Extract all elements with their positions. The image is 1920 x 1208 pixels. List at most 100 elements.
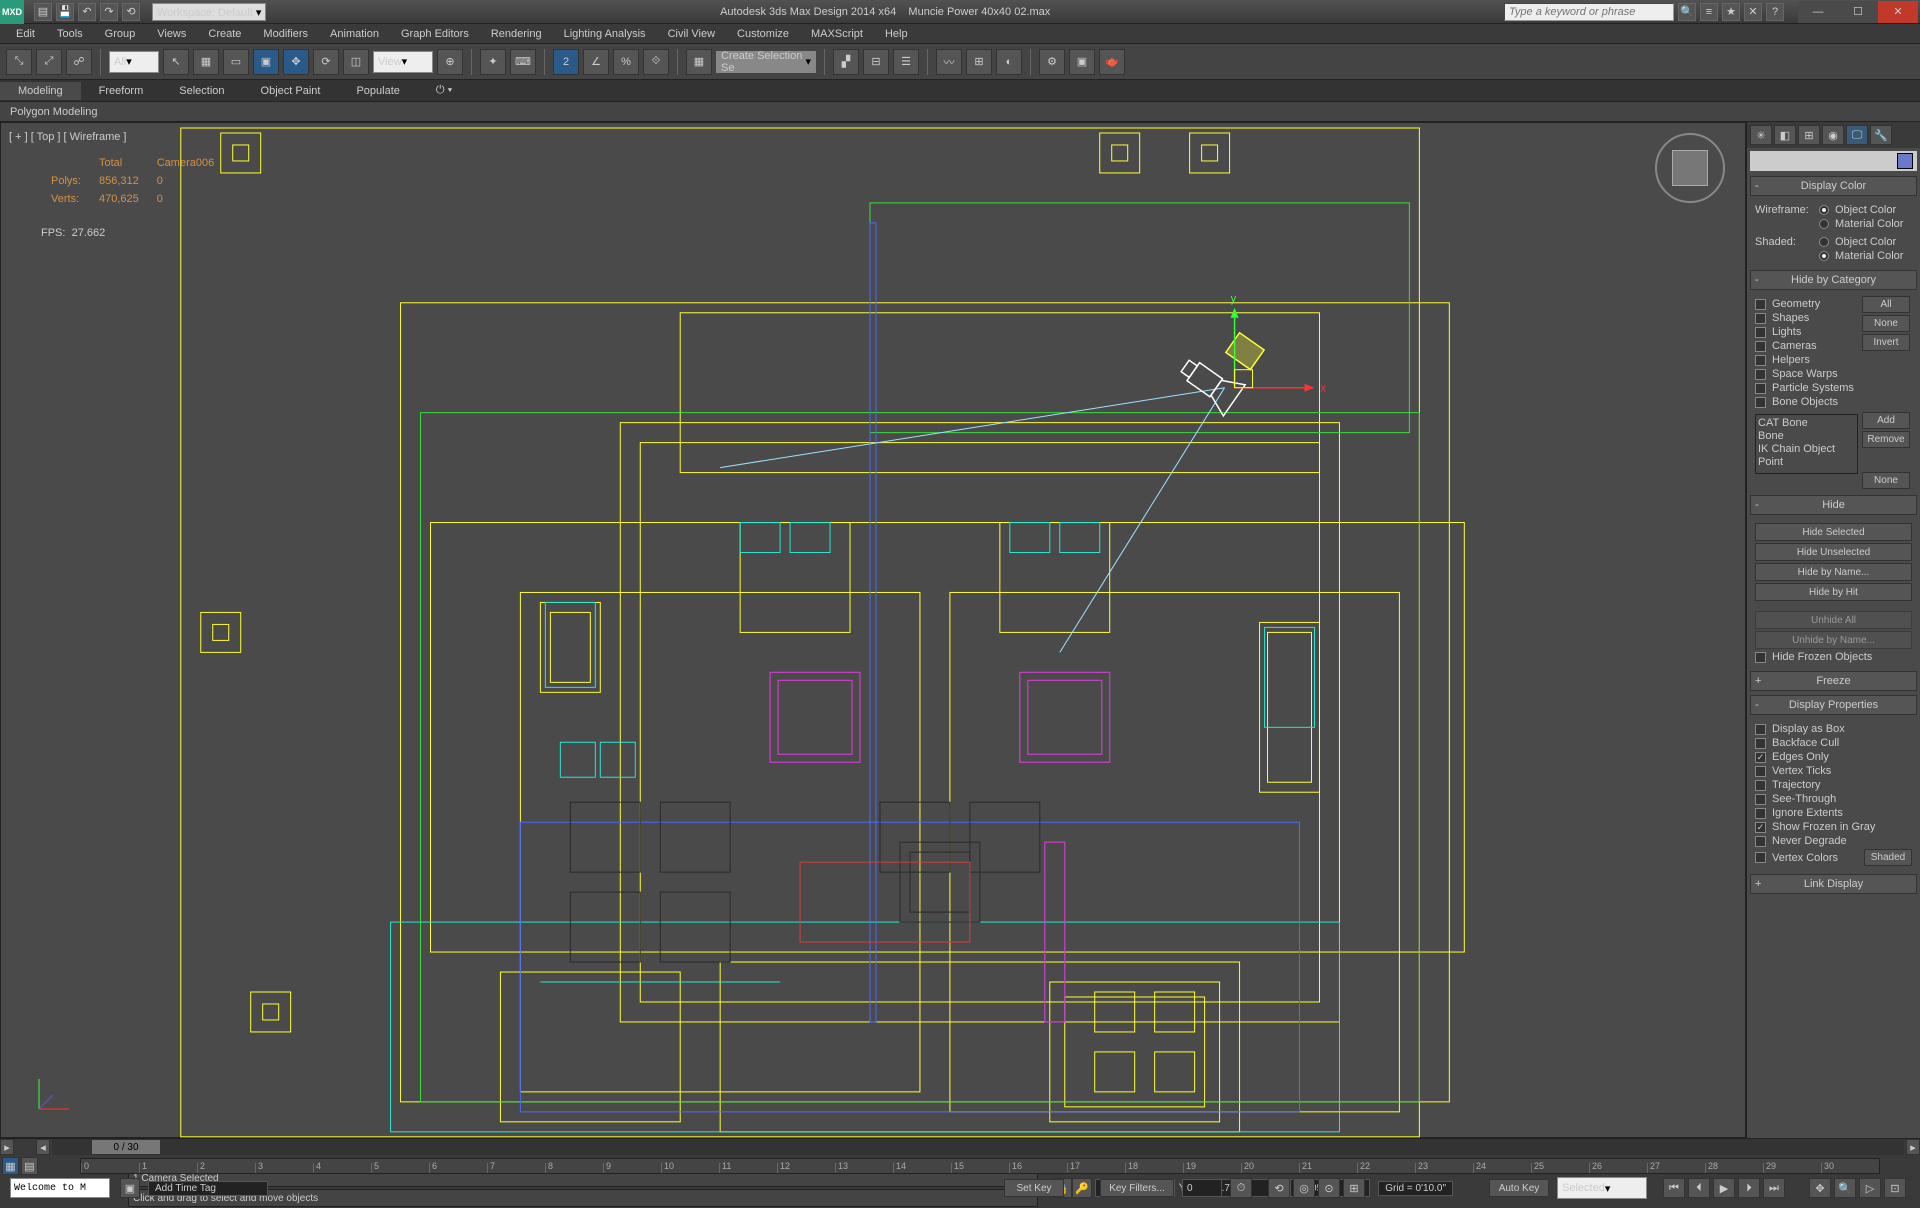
nav-orbit-icon[interactable]: ⟲ — [1268, 1178, 1290, 1198]
check-backface-cull[interactable] — [1755, 738, 1766, 749]
menu-group[interactable]: Group — [95, 26, 146, 42]
nav-fov-icon[interactable]: ▷ — [1859, 1178, 1881, 1198]
pivot-icon[interactable]: ⊕ — [437, 49, 463, 75]
goto-start-icon[interactable]: ⏮ — [1663, 1178, 1685, 1198]
ribbon-tab-populate[interactable]: Populate — [338, 82, 417, 100]
rollout-display-props[interactable]: -Display Properties — [1750, 695, 1917, 715]
rollout-freeze[interactable]: +Freeze — [1750, 671, 1917, 691]
schematic-icon[interactable]: ⊞ — [966, 49, 992, 75]
hide-unhide-by-name---[interactable]: Unhide by Name... — [1755, 631, 1912, 649]
refcoord-combo[interactable]: View ▾ — [373, 51, 433, 73]
name-select-icon[interactable]: ▦ — [193, 49, 219, 75]
ribbon-toggle-icon[interactable]: ⏻ ▾ — [418, 81, 470, 100]
help-search[interactable] — [1504, 3, 1674, 21]
hidecat-invert[interactable]: Invert — [1862, 334, 1910, 351]
check-show-frozen-in-gray[interactable] — [1755, 822, 1766, 833]
unlink-icon[interactable]: ⤢ — [36, 49, 62, 75]
search-icon[interactable]: 🔍 — [1678, 3, 1696, 21]
keymode-combo[interactable]: Selected ▾ — [1557, 1177, 1647, 1199]
key-icon[interactable]: 🔑 — [1072, 1178, 1092, 1198]
trackbar-mode-icon[interactable]: ▦ — [2, 1157, 19, 1175]
goto-end-icon[interactable]: ⏭ — [1763, 1178, 1785, 1198]
workspace-selector[interactable]: Workspace: Default ▾ — [152, 3, 266, 21]
create-tab-icon[interactable]: ✳ — [1750, 125, 1772, 145]
menu-maxscript[interactable]: MAXScript — [801, 26, 873, 42]
menu-modifiers[interactable]: Modifiers — [253, 26, 318, 42]
save-icon[interactable]: 💾 — [56, 3, 74, 21]
hidecat-side-remove[interactable]: Remove — [1862, 431, 1910, 448]
current-frame[interactable]: 0 — [1182, 1179, 1222, 1197]
menu-edit[interactable]: Edit — [6, 26, 45, 42]
check-bone-objects[interactable] — [1755, 397, 1766, 408]
curve-editor-icon[interactable]: 〰 — [936, 49, 962, 75]
undo-icon[interactable]: ↶ — [78, 3, 96, 21]
hidecat-listbox[interactable]: CAT BoneBoneIK Chain ObjectPoint — [1755, 414, 1858, 474]
rendered-frame-icon[interactable]: ▣ — [1069, 49, 1095, 75]
check-display-as-box[interactable] — [1755, 724, 1766, 735]
material-editor-icon[interactable]: ◐ — [996, 49, 1022, 75]
next-frame-icon[interactable]: ⏵ — [1738, 1178, 1760, 1198]
menu-lighting-analysis[interactable]: Lighting Analysis — [554, 26, 656, 42]
setkey-button[interactable]: Set Key — [1004, 1179, 1064, 1197]
trackbar-filter-icon[interactable]: ▤ — [21, 1157, 38, 1175]
rollout-hide-category[interactable]: -Hide by Category — [1750, 270, 1917, 290]
nav-roll-icon[interactable]: ⊙ — [1318, 1178, 1340, 1198]
check-shapes[interactable] — [1755, 313, 1766, 324]
menu-animation[interactable]: Animation — [320, 26, 389, 42]
snap-2d-icon[interactable]: 2 — [553, 49, 579, 75]
isolate-icon[interactable]: ▣ — [120, 1178, 140, 1198]
object-name-field[interactable]: Camera006 — [1750, 151, 1917, 171]
time-thumb[interactable]: 0 / 30 — [92, 1140, 160, 1154]
check-ignore-extents[interactable] — [1755, 808, 1766, 819]
nav-max-icon[interactable]: ⊞ — [1343, 1178, 1365, 1198]
radio-wf-object[interactable] — [1819, 205, 1829, 215]
move-icon[interactable]: ✥ — [283, 49, 309, 75]
star-icon[interactable]: ★ — [1722, 3, 1740, 21]
slider-left[interactable]: ◂ — [36, 1139, 50, 1155]
link-icon[interactable]: ⟲ — [122, 3, 140, 21]
motion-tab-icon[interactable]: ◉ — [1822, 125, 1844, 145]
hidecat-none[interactable]: None — [1862, 315, 1910, 332]
hidecat-side-add[interactable]: Add — [1862, 412, 1910, 429]
play-icon[interactable]: ▶ — [1713, 1178, 1735, 1198]
hierarchy-tab-icon[interactable]: ⊞ — [1798, 125, 1820, 145]
menu-civil-view[interactable]: Civil View — [658, 26, 725, 42]
comm-icon[interactable]: ≡ — [1700, 3, 1718, 21]
check-vertex-colors[interactable] — [1755, 852, 1766, 863]
snap-angle-icon[interactable]: ∠ — [583, 49, 609, 75]
menu-tools[interactable]: Tools — [47, 26, 93, 42]
time-slider[interactable]: 0 / 30 — [52, 1139, 1904, 1155]
align-icon[interactable]: ⊟ — [863, 49, 889, 75]
prev-frame-icon[interactable]: ⏴ — [1688, 1178, 1710, 1198]
menu-help[interactable]: Help — [875, 26, 918, 42]
check-particle-systems[interactable] — [1755, 383, 1766, 394]
check-see-through[interactable] — [1755, 794, 1766, 805]
maximize-button[interactable]: ☐ — [1838, 1, 1878, 23]
ex-icon[interactable]: ✕ — [1744, 3, 1762, 21]
time-tag[interactable]: Add Time Tag — [148, 1181, 268, 1196]
hide-hide-by-name---[interactable]: Hide by Name... — [1755, 563, 1912, 581]
check-edges-only[interactable] — [1755, 752, 1766, 763]
render-setup-icon[interactable]: ⚙ — [1039, 49, 1065, 75]
spinner-snap-icon[interactable]: ⟐ — [643, 49, 669, 75]
rotate-icon[interactable]: ⟳ — [313, 49, 339, 75]
time-config-icon[interactable]: ⏱ — [1230, 1178, 1252, 1198]
hide-hide-unselected[interactable]: Hide Unselected — [1755, 543, 1912, 561]
close-button[interactable]: ✕ — [1878, 1, 1918, 23]
radio-sh-object[interactable] — [1819, 237, 1829, 247]
nav-pan-icon[interactable]: ✥ — [1809, 1178, 1831, 1198]
ribbon-tab-selection[interactable]: Selection — [161, 82, 242, 100]
rollout-link-display[interactable]: +Link Display — [1750, 874, 1917, 894]
menu-graph-editors[interactable]: Graph Editors — [391, 26, 479, 42]
hide-hide-selected[interactable]: Hide Selected — [1755, 523, 1912, 541]
check-vertex-ticks[interactable] — [1755, 766, 1766, 777]
autokey-button[interactable]: Auto Key — [1489, 1179, 1549, 1197]
mirror-icon[interactable]: ▞ — [833, 49, 859, 75]
render-icon[interactable]: 🫖 — [1099, 49, 1125, 75]
display-tab-icon[interactable]: 🖵 — [1846, 125, 1868, 145]
nav-zoom-icon[interactable]: 🔍 — [1834, 1178, 1856, 1198]
viewport[interactable]: [ + ] [ Top ] [ Wireframe ] TotalCamera0… — [0, 122, 1746, 1138]
menu-create[interactable]: Create — [198, 26, 251, 42]
rollout-hide[interactable]: -Hide — [1750, 495, 1917, 515]
check-space-warps[interactable] — [1755, 369, 1766, 380]
